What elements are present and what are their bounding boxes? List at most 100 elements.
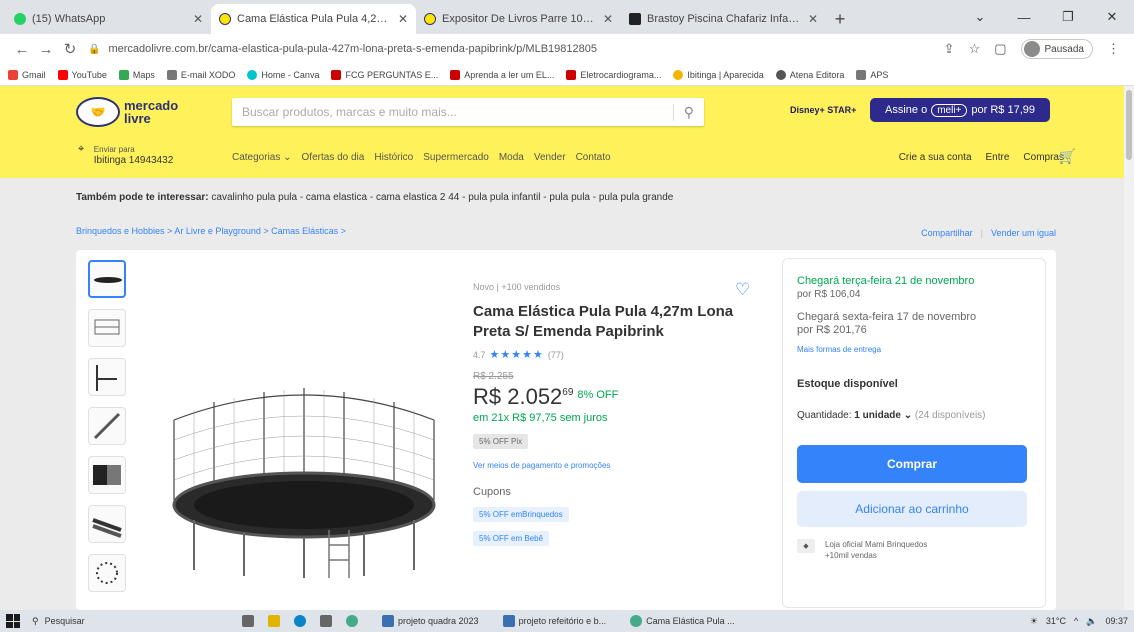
thumbnail[interactable] <box>88 407 126 445</box>
close-icon[interactable]: ✕ <box>808 12 818 26</box>
browser-tab-whatsapp[interactable]: (15) WhatsApp ✕ <box>6 4 211 34</box>
nav-moda[interactable]: Moda <box>499 152 524 163</box>
close-icon[interactable]: ✕ <box>398 12 408 26</box>
browser-tab-cama-elastica[interactable]: Cama Elástica Pula Pula 4,27m ... ✕ <box>211 4 416 34</box>
nav-contato[interactable]: Contato <box>576 152 611 163</box>
cart-icon[interactable]: 🛒 <box>1059 148 1076 165</box>
nav-categorias[interactable]: Categorias ⌄ <box>232 152 292 163</box>
address-bar[interactable]: 🔒 mercadolivre.com.br/cama-elastica-pula… <box>88 37 944 61</box>
close-icon[interactable]: ✕ <box>603 12 613 26</box>
windows-start-icon[interactable] <box>6 614 20 628</box>
bookmark-aps[interactable]: APS <box>856 69 888 80</box>
close-icon[interactable]: ✕ <box>193 12 203 26</box>
mercadolivre-logo[interactable]: 🤝 mercado livre <box>76 96 196 128</box>
shipping-address[interactable]: ⌖ Enviar para Ibitinga 14943432 <box>78 143 173 167</box>
canva-icon <box>247 69 258 80</box>
product-main-image[interactable] <box>154 380 454 580</box>
minimize-button[interactable]: — <box>1002 0 1046 34</box>
sell-same-link[interactable]: Vender um igual <box>991 228 1056 238</box>
tray-arrow-icon[interactable]: ^ <box>1074 616 1078 626</box>
bookmark-eletro[interactable]: Eletrocardiograma... <box>566 69 661 80</box>
bookmark-maps[interactable]: Maps <box>118 69 155 80</box>
sidebar-icon[interactable]: ▢ <box>994 41 1006 57</box>
tab-label: (15) WhatsApp <box>32 13 106 25</box>
taskbar-window[interactable]: projeto quadra 2023 <box>382 615 479 627</box>
coupon-brinquedos[interactable]: 5% OFF emBrinquedos <box>473 507 569 522</box>
more-shipping-link[interactable]: Mais formas de entrega <box>797 345 1031 354</box>
nav-vender[interactable]: Vender <box>534 152 566 163</box>
page-scrollbar[interactable] <box>1124 86 1134 612</box>
chrome-icon[interactable] <box>346 615 358 627</box>
thumbnail[interactable] <box>88 309 126 347</box>
taskbar-search[interactable]: ⚲ Pesquisar <box>32 616 182 627</box>
clock[interactable]: 09:37 <box>1105 616 1128 626</box>
search-input[interactable]: Buscar produtos, marcas e muito mais... … <box>232 98 704 126</box>
buy-box: Chegará terça-feira 21 de novembro por R… <box>782 258 1046 608</box>
seller-info[interactable]: ◆ Loja oficial Mami Brinquedos +10mil ve… <box>797 539 1031 561</box>
thumbnail[interactable] <box>88 554 126 592</box>
store-icon[interactable] <box>320 615 332 627</box>
rating-value: 4.7 <box>473 349 486 360</box>
site-header: 🤝 mercado livre Buscar produtos, marcas e… <box>0 86 1124 178</box>
bookmark-canva[interactable]: Home - Canva <box>247 69 319 80</box>
payment-methods-link[interactable]: Ver meios de pagamento e promoções <box>473 461 743 470</box>
nav-ofertas[interactable]: Ofertas do dia <box>302 152 365 163</box>
favorite-heart-icon[interactable]: ♡ <box>735 280 750 300</box>
browser-tab-brastoy[interactable]: Brastoy Piscina Chafariz Infantil ... ✕ <box>621 4 826 34</box>
avatar <box>1023 41 1040 57</box>
quantity-selector[interactable]: Quantidade: 1 unidade ⌄ (24 disponíveis) <box>797 410 1031 421</box>
product-rating[interactable]: 4.7 ★★★★★ (77) <box>473 348 743 361</box>
close-window-button[interactable]: ✕ <box>1090 0 1134 34</box>
reload-button[interactable]: ↻ <box>58 40 82 58</box>
bookmark-youtube[interactable]: YouTube <box>57 69 107 80</box>
bookmark-email-xodo[interactable]: E-mail XODO <box>166 69 235 80</box>
tab-search-icon[interactable]: ⌄ <box>958 0 1002 34</box>
location-pin-icon: ⌖ <box>78 143 85 155</box>
thumbnail[interactable] <box>88 505 126 543</box>
weather-temp[interactable]: 31°C <box>1046 616 1066 626</box>
file-explorer-icon[interactable] <box>268 615 280 627</box>
bookmark-fcg[interactable]: FCG PERGUNTAS E... <box>331 69 438 80</box>
add-to-cart-button[interactable]: Adicionar ao carrinho <box>797 491 1027 527</box>
atena-icon <box>775 69 786 80</box>
menu-icon[interactable]: ⋮ <box>1107 41 1120 57</box>
bookmark-ibitinga[interactable]: Ibitinga | Aparecida <box>673 69 764 80</box>
thumbnail[interactable] <box>88 358 126 396</box>
buy-button[interactable]: Comprar <box>797 445 1027 483</box>
profile-button[interactable]: Pausada <box>1020 39 1093 59</box>
bookmark-star-icon[interactable]: ☆ <box>969 41 981 57</box>
taskbar-window[interactable]: Cama Elástica Pula ... <box>630 615 735 627</box>
new-tab-button[interactable]: + <box>826 4 854 34</box>
share-link[interactable]: Compartilhar <box>921 228 973 238</box>
related-links[interactable]: cavalinho pula pula - cama elastica - ca… <box>211 192 673 203</box>
bookmark-aprenda[interactable]: Aprenda a ler um EL... <box>450 69 554 80</box>
share-page-icon[interactable]: ⇪ <box>944 41 955 57</box>
create-account-link[interactable]: Crie a sua conta <box>899 152 972 163</box>
login-link[interactable]: Entre <box>986 152 1010 163</box>
search-icon[interactable]: ⚲ <box>672 103 694 121</box>
bookmark-gmail[interactable]: Gmail <box>8 69 46 80</box>
thumbnail[interactable] <box>88 260 126 298</box>
bookmark-atena[interactable]: Atena Editora <box>775 69 844 80</box>
disney-star-promo[interactable]: Disney+ STAR+ <box>790 105 856 115</box>
taskbar-window[interactable]: projeto refeitório e b... <box>502 615 606 627</box>
task-view-icon[interactable] <box>242 615 254 627</box>
coupon-bebe[interactable]: 5% OFF em Bebê <box>473 531 550 546</box>
nav-supermercado[interactable]: Supermercado <box>423 152 489 163</box>
forward-button[interactable]: → <box>34 41 58 58</box>
weather-icon[interactable]: ☀ <box>1030 616 1038 627</box>
thumbnail[interactable] <box>88 456 126 494</box>
scrollbar-thumb[interactable] <box>1126 90 1132 160</box>
handshake-icon: 🤝 <box>76 97 120 127</box>
back-button[interactable]: ← <box>10 41 34 58</box>
product-condition: Novo | +100 vendidos <box>473 282 561 292</box>
browser-tab-expositor[interactable]: Expositor De Livros Parre 100% ... ✕ <box>416 4 621 34</box>
maximize-button[interactable]: ❐ <box>1046 0 1090 34</box>
edge-icon[interactable] <box>294 615 306 627</box>
volume-icon[interactable]: 🔈 <box>1086 616 1097 627</box>
meli-plus-subscribe-button[interactable]: Assine o meli+ por R$ 17,99 <box>870 98 1050 122</box>
breadcrumb[interactable]: Brinquedos e Hobbies > Ar Livre e Playgr… <box>76 226 346 236</box>
thumbnail-list <box>88 260 128 603</box>
lock-icon[interactable]: 🔒 <box>88 44 100 55</box>
nav-historico[interactable]: Histórico <box>374 152 413 163</box>
